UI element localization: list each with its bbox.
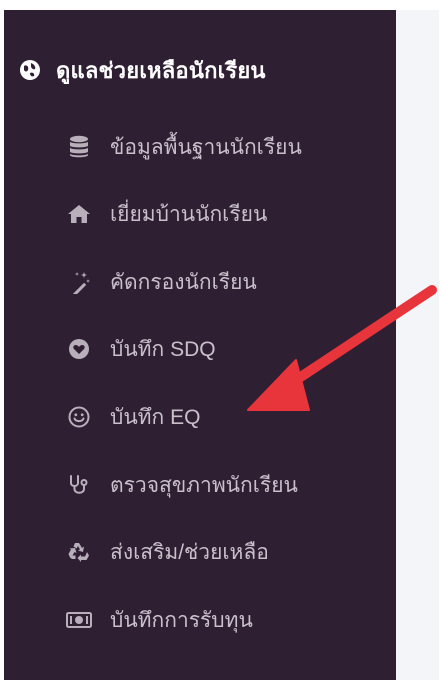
sidebar-item-home-visit[interactable]: เยี่ยมบ้านนักเรียน [66, 194, 267, 234]
sidebar-item-label: บันทึก SDQ [110, 337, 216, 361]
heart-icon [66, 336, 92, 362]
sidebar-item-student-basic-info[interactable]: ข้อมูลพื้นฐานนักเรียน [66, 127, 302, 167]
sidebar-menu: ดูแลช่วยเหลือนักเรียน ข้อมูลพื้นฐานนักเร… [4, 10, 396, 680]
money-bill-icon [66, 607, 92, 633]
sidebar-item-student-screening[interactable]: คัดกรองนักเรียน [66, 262, 257, 302]
smile-icon [66, 404, 92, 430]
sidebar-item-health-check[interactable]: ตรวจสุขภาพนักเรียน [66, 465, 298, 505]
sidebar-item-promote-support[interactable]: ส่งเสริม/ช่วยเหลือ [66, 532, 269, 572]
screenshot-frame: ดูแลช่วยเหลือนักเรียน ข้อมูลพื้นฐานนักเร… [0, 0, 441, 695]
stethoscope-icon [66, 472, 92, 498]
sidebar-item-label: บันทึกการรับทุน [110, 608, 253, 632]
sidebar-section-student-care[interactable]: ดูแลช่วยเหลือนักเรียน [18, 52, 266, 88]
sidebar-item-label: คัดกรองนักเรียน [110, 270, 257, 294]
database-icon [66, 134, 92, 160]
sidebar-item-label: ข้อมูลพื้นฐานนักเรียน [110, 135, 302, 159]
sidebar-item-record-sdq[interactable]: บันทึก SDQ [66, 329, 216, 369]
sidebar-item-record-eq[interactable]: บันทึก EQ [66, 397, 200, 437]
sidebar-item-label: เยี่ยมบ้านนักเรียน [110, 202, 268, 226]
sidebar-item-label: ตรวจสุขภาพนักเรียน [110, 473, 298, 497]
magic-wand-icon [66, 269, 92, 295]
sidebar-item-label: บันทึก EQ [110, 405, 201, 429]
sidebar-section-label: ดูแลช่วยเหลือนักเรียน [56, 57, 266, 83]
recycle-icon [66, 539, 92, 565]
globe-icon [18, 58, 42, 82]
sidebar-item-label: ส่งเสริม/ช่วยเหลือ [110, 540, 269, 564]
main-content-area [396, 10, 439, 680]
sidebar-item-scholarship-record[interactable]: บันทึกการรับทุน [66, 600, 253, 640]
home-icon [66, 201, 92, 227]
